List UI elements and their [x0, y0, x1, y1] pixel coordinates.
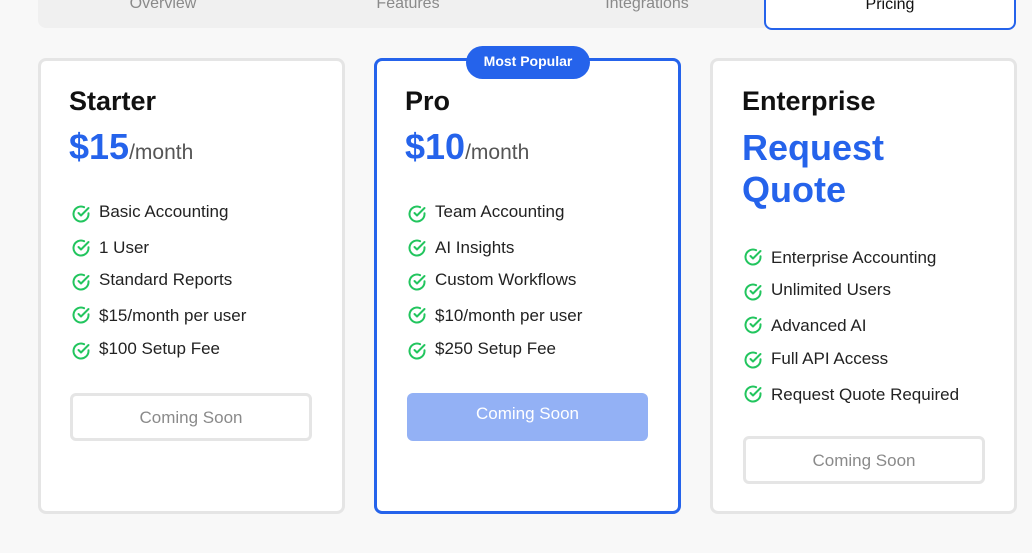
- tab-pricing[interactable]: Pricing: [764, 0, 1016, 30]
- quote-line-2: Quote: [742, 169, 846, 210]
- feature-item: Unlimited Users: [771, 280, 891, 299]
- tab-integrations[interactable]: Integrations: [522, 0, 772, 28]
- feature-item: 1 User: [99, 238, 150, 257]
- feature-item: $250 Setup Fee: [435, 339, 556, 358]
- coming-soon-button[interactable]: Coming Soon: [743, 436, 985, 484]
- plan-price: $15/month: [69, 126, 193, 168]
- check-circle-icon: [744, 248, 762, 266]
- check-circle-icon: [72, 342, 90, 360]
- price-amount: $15: [69, 126, 130, 167]
- plan-price: $10/month: [405, 126, 529, 168]
- price-period: /month: [129, 141, 194, 164]
- feature-item: Full API Access: [771, 349, 889, 368]
- feature-item: Basic Accounting: [99, 202, 229, 221]
- check-circle-icon: [408, 239, 426, 257]
- feature-item: $100 Setup Fee: [99, 339, 220, 358]
- check-circle-icon: [72, 205, 90, 223]
- feature-item: AI Insights: [435, 238, 515, 257]
- feature-item: Team Accounting: [435, 202, 565, 221]
- plan-name: Enterprise: [742, 86, 876, 116]
- feature-item: Standard Reports: [99, 270, 233, 289]
- check-circle-icon: [408, 306, 426, 324]
- tab-overview[interactable]: Overview: [38, 0, 288, 28]
- check-circle-icon: [744, 351, 762, 369]
- check-circle-icon: [72, 273, 90, 291]
- check-circle-icon: [744, 385, 762, 403]
- price-period: /month: [465, 141, 530, 164]
- check-circle-icon: [72, 306, 90, 324]
- check-circle-icon: [744, 316, 762, 334]
- check-circle-icon: [408, 273, 426, 291]
- coming-soon-button[interactable]: Coming Soon: [70, 393, 312, 441]
- quote-line-1: Request: [742, 127, 885, 168]
- coming-soon-button[interactable]: Coming Soon: [407, 393, 648, 441]
- check-circle-icon: [72, 239, 90, 257]
- check-circle-icon: [744, 283, 762, 301]
- feature-item: Request Quote Required: [771, 385, 960, 404]
- feature-item: $15/month per user: [99, 306, 247, 325]
- check-circle-icon: [408, 342, 426, 360]
- pricing-page: Overview Features Integrations Pricing S…: [0, 0, 1032, 553]
- check-circle-icon: [408, 205, 426, 223]
- most-popular-badge: Most Popular: [466, 46, 590, 79]
- request-quote-heading: Request Quote: [742, 127, 884, 211]
- price-amount: $10: [405, 126, 466, 167]
- plan-name: Pro: [405, 86, 451, 116]
- feature-item: $10/month per user: [435, 306, 583, 325]
- tab-features[interactable]: Features: [283, 0, 533, 28]
- feature-item: Advanced AI: [771, 316, 867, 335]
- plan-name: Starter: [69, 86, 157, 116]
- feature-item: Enterprise Accounting: [771, 248, 937, 267]
- feature-item: Custom Workflows: [435, 270, 577, 289]
- section-tabs: Overview Features Integrations Pricing: [38, 0, 1016, 30]
